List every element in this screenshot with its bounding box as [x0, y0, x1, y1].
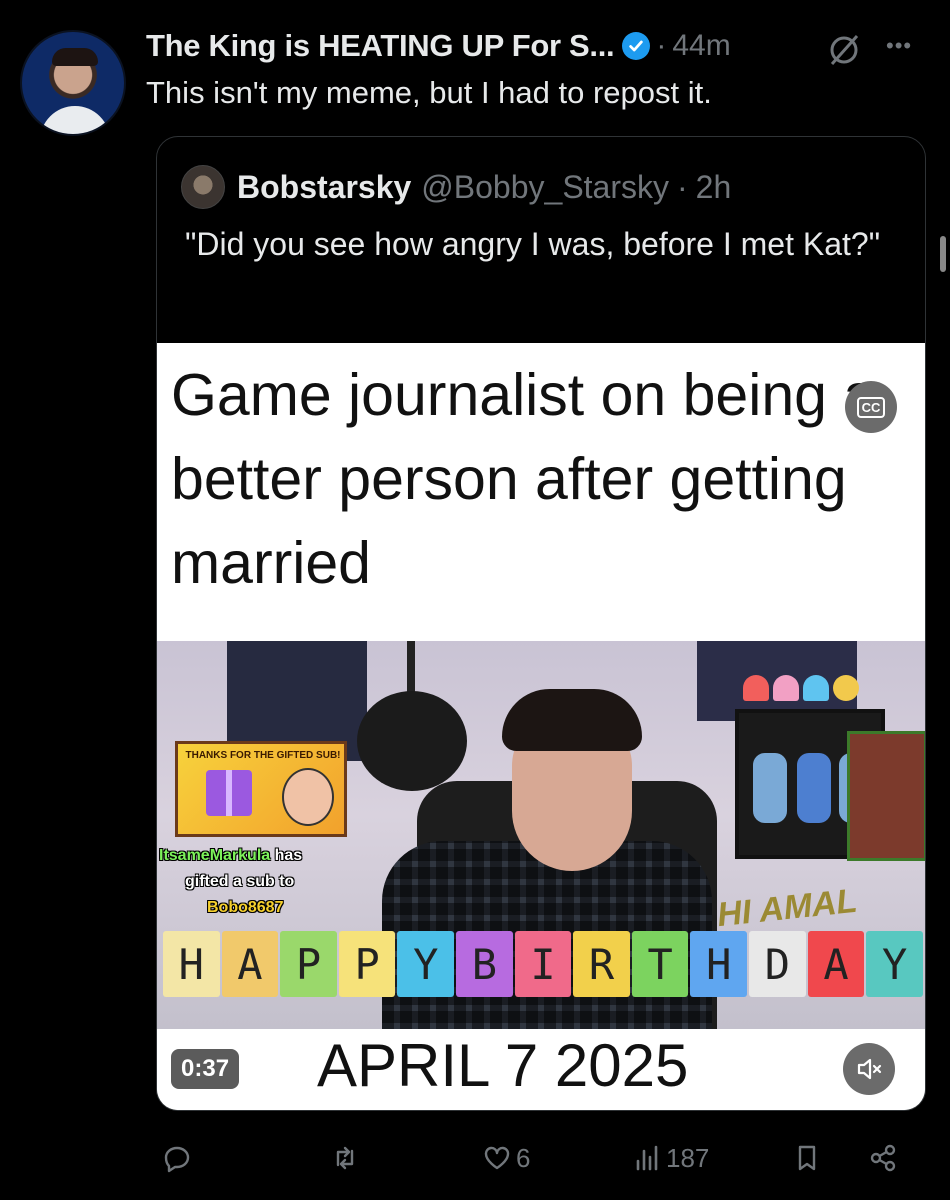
video-frame[interactable]: THANKS FOR THE GIFTED SUB! ItsameMarkula…: [157, 641, 925, 1029]
avatar-hair: [52, 48, 98, 66]
gift-alert-line: ItsameMarkula has: [159, 847, 302, 865]
gift-recipient: Bobo8687: [207, 899, 284, 916]
share-icon: [870, 1144, 896, 1172]
pacman-ghosts: [743, 675, 859, 701]
gift-has: has: [274, 847, 303, 864]
video-date-text: APRIL 7 2025: [317, 1032, 689, 1099]
avatar-shirt: [40, 106, 110, 134]
overlay-text: HI AMAL: [715, 881, 859, 935]
banner-flag: P: [338, 931, 396, 997]
heart-icon: [484, 1146, 510, 1170]
cartoon-face: [282, 768, 334, 826]
video-duration: 0:37: [171, 1049, 240, 1089]
banner-flag: P: [280, 931, 337, 997]
repost-button[interactable]: [330, 1136, 364, 1180]
gift-alert-line: gifted a sub to: [185, 873, 295, 890]
video-player[interactable]: Game journalist on being a better person…: [157, 343, 925, 1110]
separator-dot: ·: [656, 29, 667, 62]
share-button[interactable]: [868, 1136, 898, 1180]
quoted-author-name[interactable]: Bobstarsky: [237, 169, 411, 206]
quoted-post-header: Bobstarsky @Bobby_Starsky · 2h: [181, 165, 731, 209]
more-options-icon[interactable]: •••: [886, 28, 926, 68]
post-actions: 6 187: [146, 1136, 926, 1180]
video-bottom-bar: 0:37 APRIL 7 2025: [157, 1029, 925, 1110]
pixel-art-frame: [847, 731, 925, 861]
banner-flag: R: [573, 931, 630, 997]
meme-caption: Game journalist on being a better person…: [171, 362, 877, 596]
figurine: [797, 753, 831, 823]
bookmark-button[interactable]: [792, 1136, 822, 1180]
grok-icon[interactable]: [824, 30, 864, 70]
gift-icon: [206, 770, 252, 816]
views-icon: [636, 1145, 658, 1171]
banner-flag: B: [456, 931, 513, 997]
mute-icon[interactable]: [843, 1043, 895, 1095]
reply-button[interactable]: [162, 1136, 196, 1180]
quoted-author-handle[interactable]: @Bobby_Starsky: [421, 169, 669, 206]
post-timestamp[interactable]: 44m: [672, 29, 730, 63]
post-header: The King is HEATING UP For S... · 44m: [146, 26, 731, 66]
banner-flag: Y: [866, 931, 923, 997]
quoted-post[interactable]: Bobstarsky @Bobby_Starsky · 2h "Did you …: [156, 136, 926, 1111]
banner-flag: I: [514, 931, 572, 997]
post-text: This isn't my meme, but I had to repost …: [146, 75, 712, 110]
banner-flag: Y: [397, 931, 455, 997]
happy-birthday-banner: HAPPYBIRTHDAY: [163, 931, 923, 1001]
banner-flag: H: [690, 931, 748, 997]
bookmark-icon: [798, 1145, 816, 1171]
post[interactable]: The King is HEATING UP For S... · 44m ••…: [0, 0, 950, 1200]
quoted-post-text: "Did you see how angry I was, before I m…: [185, 226, 881, 262]
gift-user: ItsameMarkula: [159, 847, 271, 864]
views-button[interactable]: 187: [632, 1136, 709, 1180]
banner-flag: A: [221, 931, 279, 997]
cc-label: CC: [856, 396, 886, 418]
views-count: 187: [666, 1142, 710, 1173]
banner-flag: T: [631, 931, 689, 997]
gift-alert: THANKS FOR THE GIFTED SUB!: [175, 741, 347, 837]
banner-flag: D: [749, 931, 806, 997]
scrollbar[interactable]: [940, 236, 946, 272]
streamer-hair: [502, 689, 642, 751]
author-display-name[interactable]: The King is HEATING UP For S...: [146, 28, 615, 64]
quoted-post-timestamp[interactable]: 2h: [696, 169, 732, 206]
like-button[interactable]: 6: [482, 1136, 530, 1180]
microphone: [357, 691, 467, 791]
quoted-author-avatar[interactable]: [181, 165, 225, 209]
figurine: [753, 753, 787, 823]
gift-alert-title: THANKS FOR THE GIFTED SUB!: [185, 750, 341, 761]
closed-captions-icon[interactable]: CC: [845, 381, 897, 433]
author-avatar[interactable]: [20, 30, 126, 136]
repost-icon: [336, 1146, 354, 1170]
banner-flag: H: [163, 931, 220, 997]
reply-icon: [164, 1146, 190, 1173]
separator-dot: ·: [677, 168, 688, 205]
banner-flag: A: [807, 931, 865, 997]
verified-badge-icon: [622, 32, 651, 60]
like-count: 6: [516, 1142, 531, 1173]
